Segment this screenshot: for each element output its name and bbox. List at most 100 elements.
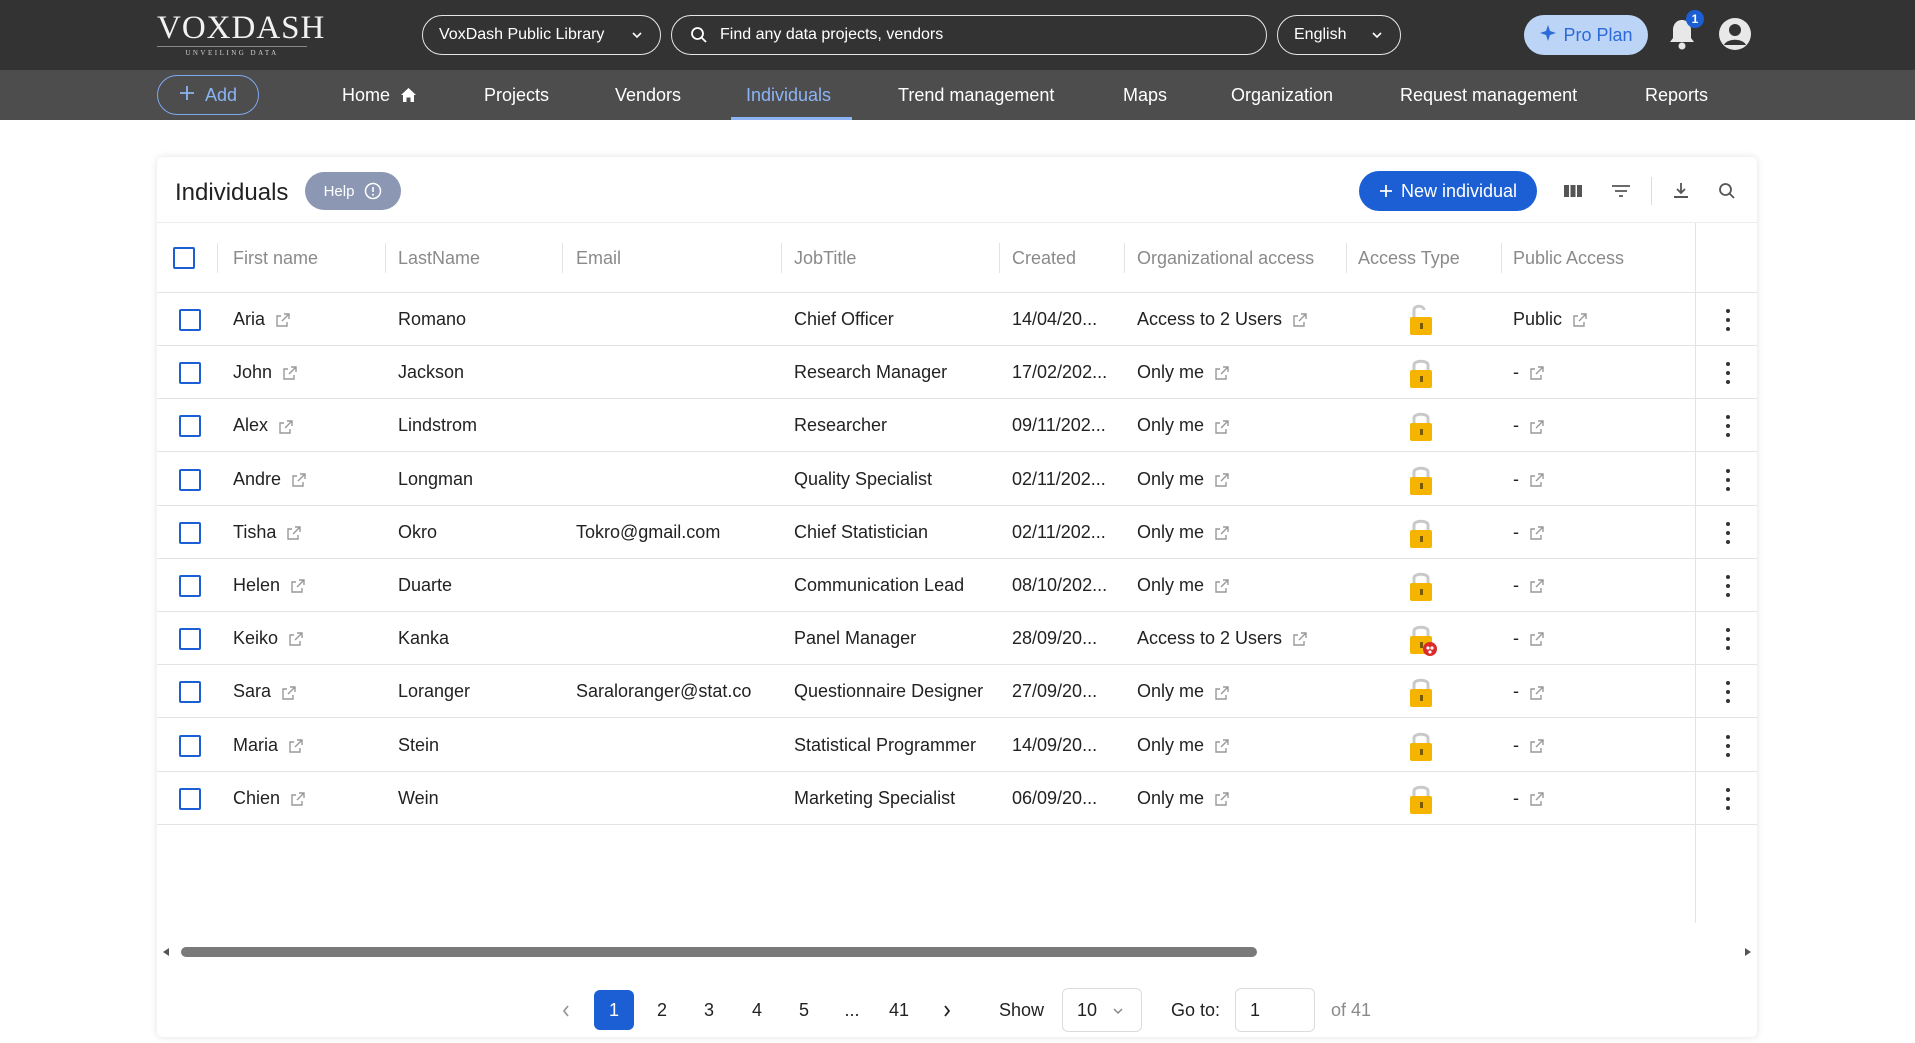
search-icon[interactable]	[1715, 179, 1739, 203]
public-access-cell[interactable]: -	[1513, 506, 1683, 559]
public-access-cell[interactable]: -	[1513, 772, 1683, 825]
row-menu-icon[interactable]	[1725, 468, 1731, 491]
table-row[interactable]: Aria Romano Chief Officer 14/04/20... Access…	[157, 293, 1757, 346]
org-access-cell[interactable]: Access to 2 Users	[1137, 293, 1342, 346]
row-menu-icon[interactable]	[1725, 575, 1731, 597]
public-access-cell[interactable]: -	[1513, 612, 1683, 665]
org-access-cell[interactable]: Only me	[1137, 399, 1342, 452]
first-name-cell[interactable]: Chien	[233, 772, 383, 825]
column-header-created[interactable]: Created	[1012, 223, 1076, 293]
page-button[interactable]: 5	[784, 990, 824, 1030]
first-name-cell[interactable]: Tisha	[233, 506, 383, 559]
download-icon[interactable]	[1669, 179, 1693, 203]
column-header-email[interactable]: Email	[576, 223, 621, 293]
org-access-cell[interactable]: Only me	[1137, 559, 1342, 612]
row-menu-icon[interactable]	[1725, 362, 1731, 385]
column-header-public-access[interactable]: Public Access	[1513, 223, 1624, 293]
first-name-cell[interactable]: John	[233, 346, 383, 399]
row-checkbox[interactable]	[179, 362, 201, 385]
table-row[interactable]: Andre Longman Quality Specialist 02/11/202.…	[157, 453, 1757, 506]
org-access-cell[interactable]: Only me	[1137, 346, 1342, 399]
row-checkbox[interactable]	[179, 309, 201, 331]
table-row[interactable]: Keiko Kanka Panel Manager 28/09/20... Access…	[157, 612, 1757, 666]
first-name-cell[interactable]: Helen	[233, 559, 383, 612]
public-access-cell[interactable]: -	[1513, 399, 1683, 452]
page-button[interactable]: 41	[879, 990, 919, 1030]
org-access-cell[interactable]: Only me	[1137, 453, 1342, 506]
table-row[interactable]: Tisha Okro Tokro@gmail.com Chief Statistici…	[157, 506, 1757, 559]
first-name-cell[interactable]: Alex	[233, 399, 383, 452]
page-size-select[interactable]: 10	[1062, 988, 1142, 1032]
table-row[interactable]: Maria Stein Statistical Programmer 14/09/20…	[157, 719, 1757, 772]
page-button[interactable]: 1	[594, 990, 634, 1030]
page-ellipsis[interactable]: ...	[832, 990, 872, 1030]
logo[interactable]: VOXDASH UNVEILING DATA	[157, 10, 325, 57]
nav-organization[interactable]: Organization	[1231, 70, 1333, 120]
row-menu-icon[interactable]	[1725, 681, 1731, 704]
org-access-cell[interactable]: Only me	[1137, 772, 1342, 825]
new-individual-button[interactable]: New individual	[1359, 171, 1537, 211]
page-button[interactable]: 3	[689, 990, 729, 1030]
org-access-cell[interactable]: Access to 2 Users	[1137, 612, 1342, 665]
first-name-cell[interactable]: Aria	[233, 293, 383, 346]
row-menu-icon[interactable]	[1725, 521, 1731, 544]
page-button[interactable]: 4	[737, 990, 777, 1030]
goto-page-input[interactable]: 1	[1235, 988, 1315, 1032]
row-checkbox[interactable]	[179, 415, 201, 438]
first-name-cell[interactable]: Maria	[233, 719, 383, 772]
org-access-cell[interactable]: Only me	[1137, 506, 1342, 559]
nav-request-management[interactable]: Request management	[1400, 70, 1577, 120]
public-access-cell[interactable]: -	[1513, 665, 1683, 718]
help-button[interactable]: Help	[305, 172, 401, 210]
nav-trend-management[interactable]: Trend management	[898, 70, 1054, 120]
scrollbar-thumb[interactable]	[181, 947, 1257, 957]
row-menu-icon[interactable]	[1725, 787, 1731, 810]
pro-plan-button[interactable]: Pro Plan	[1524, 15, 1648, 55]
table-row[interactable]: Helen Duarte Communication Lead 08/10/202..…	[157, 559, 1757, 612]
row-menu-icon[interactable]	[1725, 415, 1731, 438]
row-menu-icon[interactable]	[1725, 309, 1731, 331]
nav-vendors[interactable]: Vendors	[615, 70, 681, 120]
library-select[interactable]: VoxDash Public Library	[422, 15, 661, 55]
filter-icon[interactable]	[1609, 179, 1633, 203]
page-button[interactable]: 2	[642, 990, 682, 1030]
row-menu-icon[interactable]	[1725, 628, 1731, 651]
prev-page-icon[interactable]	[546, 990, 586, 1030]
nav-projects[interactable]: Projects	[484, 70, 549, 120]
column-header-first-name[interactable]: First name	[233, 223, 318, 293]
table-row[interactable]: Alex Lindstrom Researcher 09/11/202... Only …	[157, 399, 1757, 453]
public-access-cell[interactable]: Public	[1513, 293, 1683, 346]
row-checkbox[interactable]	[179, 681, 201, 704]
org-access-cell[interactable]: Only me	[1137, 665, 1342, 718]
select-all-checkbox[interactable]	[173, 247, 195, 269]
row-checkbox[interactable]	[179, 787, 201, 810]
public-access-cell[interactable]: -	[1513, 453, 1683, 506]
row-checkbox[interactable]	[179, 734, 201, 757]
language-select[interactable]: English	[1277, 15, 1401, 55]
next-page-icon[interactable]	[927, 990, 967, 1030]
first-name-cell[interactable]: Andre	[233, 453, 383, 506]
row-checkbox[interactable]	[179, 521, 201, 544]
columns-icon[interactable]	[1561, 179, 1585, 203]
table-row[interactable]: John Jackson Research Manager 17/02/202... O…	[157, 346, 1757, 400]
row-checkbox[interactable]	[179, 468, 201, 491]
column-header-last-name[interactable]: LastName	[398, 223, 480, 293]
org-access-cell[interactable]: Only me	[1137, 719, 1342, 772]
row-menu-icon[interactable]	[1725, 734, 1731, 757]
horizontal-scrollbar[interactable]	[157, 943, 1757, 959]
table-row[interactable]: Chien Wein Marketing Specialist 06/09/20...…	[157, 772, 1757, 825]
column-header-job-title[interactable]: JobTitle	[794, 223, 856, 293]
nav-individuals[interactable]: Individuals	[746, 70, 831, 120]
column-header-organizational-access[interactable]: Organizational access	[1137, 223, 1314, 293]
row-checkbox[interactable]	[179, 575, 201, 597]
column-header-access-type[interactable]: Access Type	[1358, 223, 1460, 293]
row-checkbox[interactable]	[179, 628, 201, 651]
nav-maps[interactable]: Maps	[1123, 70, 1167, 120]
public-access-cell[interactable]: -	[1513, 559, 1683, 612]
add-button[interactable]: Add	[157, 75, 259, 115]
nav-reports[interactable]: Reports	[1645, 70, 1708, 120]
first-name-cell[interactable]: Sara	[233, 665, 383, 718]
first-name-cell[interactable]: Keiko	[233, 612, 383, 665]
public-access-cell[interactable]: -	[1513, 346, 1683, 399]
search-input[interactable]: Find any data projects, vendors	[671, 15, 1267, 55]
